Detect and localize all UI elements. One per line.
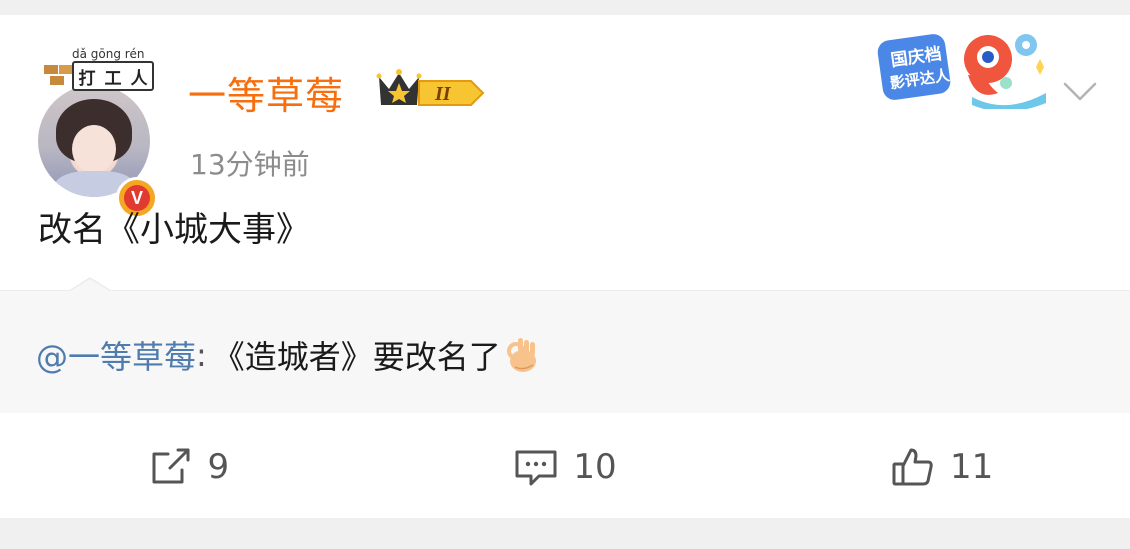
repost-mention[interactable]: @一等草莓 xyxy=(36,332,196,378)
movie-pendant-icon: 国庆档 影评达人 xyxy=(877,34,1046,109)
repost-content[interactable]: @一等草莓 : 《造城者》要改名了 xyxy=(36,332,539,378)
like-button[interactable]: 11 xyxy=(753,444,1130,490)
comment-button[interactable]: 10 xyxy=(377,444,754,490)
thumbs-up-icon xyxy=(892,448,933,485)
forward-count: 9 xyxy=(207,446,230,487)
pendant-sign: 打 工 人 xyxy=(72,61,154,91)
avatar-pendant: dǎ gōng rén 打 工 人 xyxy=(44,45,154,91)
action-bar: 9 10 11 xyxy=(0,415,1130,518)
post-timestamp: 13分钟前 xyxy=(190,148,310,181)
forward-button[interactable]: 9 xyxy=(0,444,377,490)
avatar-wrap[interactable]: dǎ gōng rén 打 工 人 V xyxy=(38,45,158,219)
post-card: dǎ gōng rén 打 工 人 V 一等草莓 II 13分钟前 国庆档 影评… xyxy=(0,15,1130,518)
pendant-pinyin: dǎ gōng rén xyxy=(72,47,145,61)
chevron-down-icon[interactable] xyxy=(1059,70,1101,112)
repost-text: 《造城者》要改名了 xyxy=(212,338,501,376)
bricks-icon xyxy=(44,65,74,87)
level-badge-text: II xyxy=(434,83,452,105)
repost-notch-inner xyxy=(69,279,111,292)
avatar-face xyxy=(72,125,116,173)
ok-hand-emoji xyxy=(506,338,536,372)
comment-icon xyxy=(515,450,557,485)
like-count: 11 xyxy=(950,446,994,487)
crown-icon[interactable]: II xyxy=(375,67,487,113)
share-icon xyxy=(152,448,190,483)
post-text: 改名《小城大事》 xyxy=(38,210,310,250)
author-name[interactable]: 一等草莓 xyxy=(188,65,344,120)
pendant-char: 打 xyxy=(78,68,96,89)
pendant-char: 工 xyxy=(104,68,122,89)
repost-separator: : xyxy=(196,336,207,374)
pendant-char: 人 xyxy=(130,68,148,89)
comment-count: 10 xyxy=(573,446,617,487)
